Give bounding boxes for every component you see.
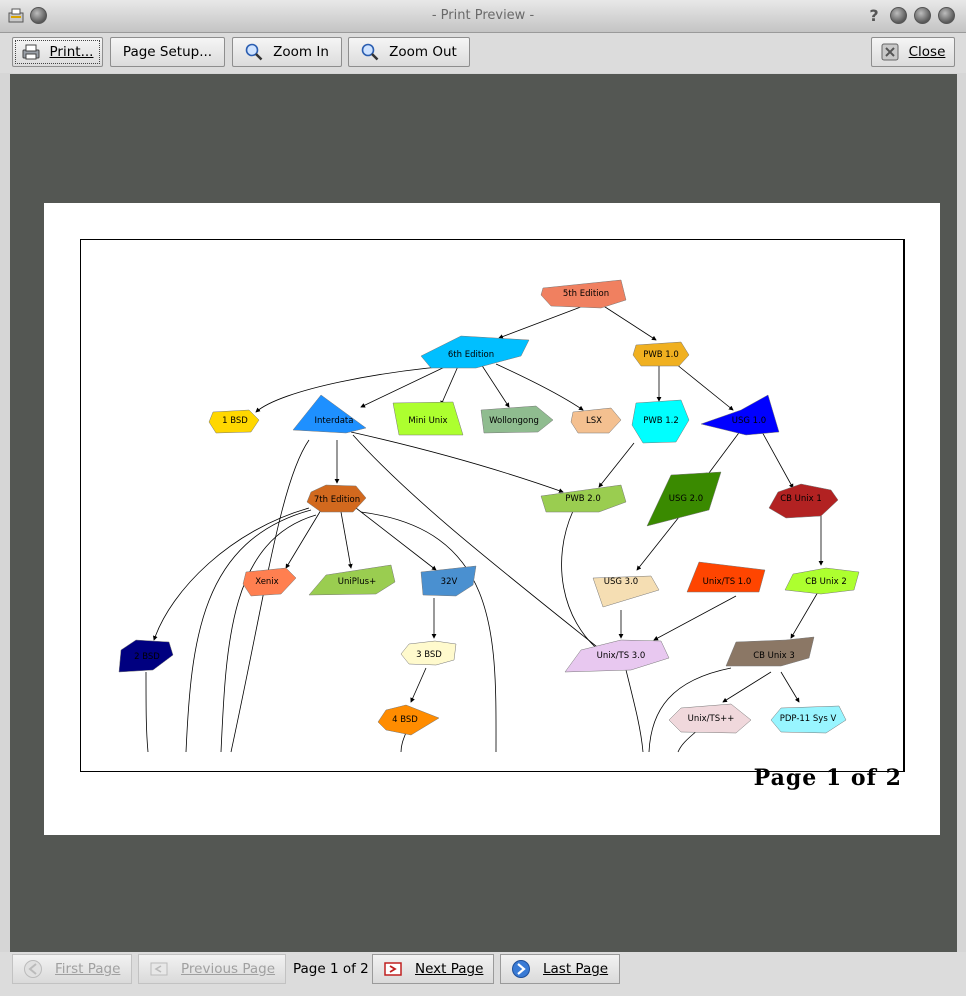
printer-icon: [22, 44, 40, 60]
print-button[interactable]: Print...: [12, 37, 103, 67]
print-label: Print...: [49, 44, 94, 60]
node-label: USG 1.0: [732, 416, 766, 426]
graph-node: Mini Unix: [392, 401, 464, 436]
graph-frame: 5th Edition 6th Edition PWB 1.0 1 BSD In…: [80, 239, 905, 772]
zoom-in-button[interactable]: Zoom In: [232, 37, 342, 67]
graph-node: Wollongong: [480, 405, 554, 434]
node-label: 32V: [441, 577, 458, 587]
node-label: PWB 1.2: [643, 416, 679, 426]
node-label: CB Unix 2: [805, 577, 847, 587]
next-page-label: Next Page: [415, 961, 484, 977]
page-setup-label: Page Setup...: [122, 44, 213, 60]
last-page-label: Last Page: [543, 961, 609, 977]
graph-node: 5th Edition: [540, 279, 627, 309]
graph-node: 32V: [420, 565, 477, 597]
node-label: Wollongong: [489, 416, 539, 426]
node-label: PWB 2.0: [565, 494, 601, 504]
node-label: 3 BSD: [416, 650, 442, 660]
last-page-icon: [512, 960, 530, 978]
graph-node: CB Unix 2: [784, 567, 860, 595]
node-label: USG 2.0: [669, 494, 703, 504]
close-icon: [881, 43, 899, 61]
unix-history-graph: 5th Edition 6th Edition PWB 1.0 1 BSD In…: [118, 279, 860, 753]
zoom-in-label: Zoom In: [273, 44, 329, 60]
page-number-label: Page 1 of 2: [753, 765, 902, 791]
preview-page: 5th Edition 6th Edition PWB 1.0 1 BSD In…: [44, 203, 940, 835]
graph-node: 7th Edition: [306, 484, 367, 513]
node-label: Unix/TS 1.0: [703, 577, 752, 587]
graph-node: USG 1.0: [700, 394, 780, 436]
graph-node: Xenix: [242, 567, 297, 597]
first-page-icon: [24, 960, 42, 978]
node-label: PWB 1.0: [643, 350, 679, 360]
graph-node: PDP-11 Sys V: [770, 705, 847, 734]
node-label: CB Unix 1: [780, 494, 822, 504]
node-label: CB Unix 3: [753, 651, 795, 661]
node-label: 2 BSD: [134, 652, 160, 662]
graph-node: PWB 1.2: [631, 399, 690, 444]
graph-node: UniPlus+: [308, 564, 396, 596]
graph-node: Unix/TS++: [668, 703, 752, 734]
graph-node: 2 BSD: [118, 639, 174, 673]
close-label: Close: [908, 44, 946, 60]
previous-page-label: Previous Page: [181, 961, 276, 977]
graph-edges: [145, 304, 824, 753]
graph-nodes: 5th Edition 6th Edition PWB 1.0 1 BSD In…: [118, 279, 860, 736]
node-label: 5th Edition: [563, 289, 609, 299]
node-label: UniPlus+: [338, 577, 376, 587]
first-page-button[interactable]: First Page: [12, 954, 132, 984]
graph-node: LSX: [570, 407, 622, 434]
graph-node: 4 BSD: [377, 704, 440, 736]
title-bar: - Print Preview - ?: [0, 0, 966, 33]
minimize-button[interactable]: [890, 7, 907, 24]
first-page-label: First Page: [55, 961, 121, 977]
last-page-button[interactable]: Last Page: [500, 954, 620, 984]
maximize-button[interactable]: [914, 7, 931, 24]
preview-canvas[interactable]: 5th Edition 6th Edition PWB 1.0 1 BSD In…: [10, 74, 957, 952]
page-setup-button[interactable]: Page Setup...: [110, 37, 225, 67]
next-page-icon: [384, 962, 402, 976]
next-page-button[interactable]: Next Page: [372, 954, 494, 984]
node-label: Xenix: [255, 577, 278, 587]
previous-page-button[interactable]: Previous Page: [138, 954, 286, 984]
node-label: 7th Edition: [314, 495, 360, 505]
node-label: 4 BSD: [392, 715, 418, 725]
graph-node: 6th Edition: [420, 335, 530, 369]
help-icon[interactable]: ?: [865, 6, 883, 26]
graph-node: Interdata: [292, 394, 367, 434]
node-label: 1 BSD: [222, 416, 248, 426]
previous-page-icon: [150, 962, 168, 976]
close-button[interactable]: Close: [871, 37, 955, 67]
graph-node: 3 BSD: [400, 640, 457, 666]
node-label: Unix/TS 3.0: [597, 651, 646, 661]
close-window-button[interactable]: [938, 7, 955, 24]
graph-node: PWB 1.0: [632, 341, 690, 367]
graph-node: USG 3.0: [592, 575, 660, 608]
zoom-out-label: Zoom Out: [389, 44, 457, 60]
node-label: USG 3.0: [604, 577, 638, 587]
graph-node: USG 2.0: [646, 471, 722, 527]
node-label: PDP-11 Sys V: [780, 714, 837, 724]
toolbar: Print... Page Setup... Zoom In Zoom Out …: [0, 33, 966, 73]
zoom-out-button[interactable]: Zoom Out: [348, 37, 470, 67]
window-title: - Print Preview -: [431, 8, 535, 23]
navigation-bar: First Page Previous Page Page 1 of 2 Nex…: [0, 952, 966, 996]
node-label: 6th Edition: [448, 350, 494, 360]
graph-node: Unix/TS 1.0: [686, 561, 766, 593]
graph-node: CB Unix 3: [725, 636, 815, 667]
graph-node: CB Unix 1: [768, 483, 839, 519]
node-label: LSX: [586, 416, 602, 426]
node-label: Unix/TS++: [688, 714, 735, 724]
graph-node: Unix/TS 3.0: [564, 639, 670, 673]
node-label: Mini Unix: [408, 416, 447, 426]
zoom-out-icon: [361, 43, 379, 61]
graph-node: 1 BSD: [208, 409, 260, 434]
page-count: Page 1 of 2: [293, 961, 369, 977]
node-label: Interdata: [315, 416, 354, 426]
zoom-in-icon: [245, 43, 263, 61]
